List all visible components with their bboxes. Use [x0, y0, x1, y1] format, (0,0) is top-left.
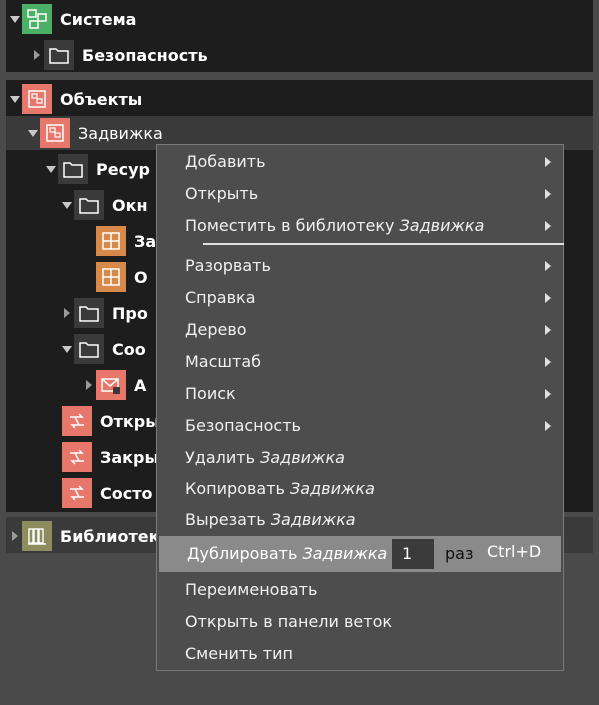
collapsed-arrow-icon[interactable] [82, 380, 96, 390]
tree-item-label: Про [112, 303, 148, 323]
collapsed-arrow-icon[interactable] [30, 50, 44, 60]
menu-item-change-type[interactable]: Сменить тип [157, 638, 563, 668]
tree-item-label: Состо [100, 483, 153, 503]
valve-object-icon [40, 118, 70, 148]
menu-item-add[interactable]: Добавить [157, 146, 563, 176]
transition-icon [62, 442, 92, 472]
menu-separator [203, 243, 564, 245]
tree-item-label: Закры [100, 447, 159, 467]
menu-item-open-branch-panel[interactable]: Открыть в панели веток [157, 606, 563, 636]
submenu-arrow-icon [545, 325, 551, 335]
tree-item-messages[interactable]: Соо [60, 332, 146, 366]
tree-item-label: Ресур [96, 159, 150, 179]
window-icon [96, 262, 126, 292]
duplicate-unit-label: раз [445, 544, 474, 563]
window-icon [96, 226, 126, 256]
transition-icon [62, 478, 92, 508]
menu-item-help[interactable]: Справка [157, 282, 563, 312]
folder-icon [74, 334, 104, 364]
menu-item-put-to-library[interactable]: Поместить в библиотеку Задвижка [157, 210, 563, 240]
tree-item-label: Откры [100, 411, 160, 431]
menu-item-delete[interactable]: Удалить Задвижка [157, 442, 563, 472]
menu-item-scale[interactable]: Масштаб [157, 346, 563, 376]
tree-item-label: Задвижка [78, 123, 163, 143]
tree-item-close[interactable]: Закры [62, 440, 159, 474]
menu-item-copy[interactable]: Копировать Задвижка [157, 473, 563, 503]
folder-icon [44, 40, 74, 70]
submenu-arrow-icon [545, 421, 551, 431]
submenu-arrow-icon [545, 157, 551, 167]
menu-item-search[interactable]: Поиск [157, 378, 563, 408]
tree-item-label: О [134, 267, 148, 287]
system-panel: Система Безопасность [6, 0, 593, 72]
menu-item-rename[interactable]: Переименовать [157, 574, 563, 604]
tree-item-label: Объекты [60, 89, 143, 109]
menu-item-label: Удалить Задвижка [185, 447, 345, 467]
menu-item-open[interactable]: Открыть [157, 178, 563, 208]
menu-item-duplicate[interactable]: Дублировать Задвижка 1 раз Ctrl+D [159, 536, 561, 572]
folder-icon [58, 154, 88, 184]
tree-item-label: Соо [112, 339, 146, 359]
duplicate-count-input[interactable]: 1 [392, 539, 434, 569]
tree-item-label: Безопасность [82, 45, 208, 65]
tree-item-label: Библиотек [60, 526, 160, 546]
collapsed-arrow-icon[interactable] [8, 531, 22, 541]
tree-item-window-za[interactable]: За [96, 224, 156, 258]
submenu-arrow-icon [545, 389, 551, 399]
menu-item-break[interactable]: Разорвать [157, 250, 563, 280]
tree-item-library[interactable]: Библиотек [8, 519, 159, 553]
shortcut-label: Ctrl+D [487, 542, 542, 561]
submenu-arrow-icon [545, 221, 551, 231]
library-icon [22, 521, 52, 551]
menu-item-tree[interactable]: Дерево [157, 314, 563, 344]
menu-item-label: Поместить в библиотеку Задвижка [185, 215, 485, 235]
folder-icon [74, 190, 104, 220]
transition-icon [62, 406, 92, 436]
message-icon [96, 370, 126, 400]
collapsed-arrow-icon[interactable] [60, 308, 74, 318]
tree-item-prop[interactable]: Про [60, 296, 148, 330]
menu-item-cut[interactable]: Вырезать Задвижка [157, 504, 563, 534]
expand-arrow-icon[interactable] [44, 165, 58, 173]
folder-icon [74, 298, 104, 328]
tree-item-label: Система [60, 9, 137, 29]
tree-item-system[interactable]: Система [8, 2, 136, 36]
menu-item-label: Копировать Задвижка [185, 478, 375, 498]
expand-arrow-icon[interactable] [8, 95, 22, 103]
tree-item-window-o[interactable]: О [96, 260, 148, 294]
context-menu: Добавить Открыть Поместить в библиотеку … [156, 144, 564, 671]
expand-arrow-icon[interactable] [60, 345, 74, 353]
tree-item-windows[interactable]: Окн [60, 188, 148, 222]
tree-item-resources[interactable]: Ресур [44, 152, 150, 186]
submenu-arrow-icon [545, 293, 551, 303]
system-icon [22, 4, 52, 34]
expand-arrow-icon[interactable] [60, 201, 74, 209]
tree-item-state[interactable]: Состо [62, 476, 152, 510]
tree-item-label: За [134, 231, 157, 251]
objects-icon [22, 84, 52, 114]
expand-arrow-icon[interactable] [26, 129, 40, 137]
tree-item-label: Окн [112, 195, 148, 215]
menu-item-security[interactable]: Безопасность [157, 410, 563, 440]
menu-item-label: Вырезать Задвижка [185, 509, 356, 529]
submenu-arrow-icon [545, 357, 551, 367]
expand-arrow-icon[interactable] [8, 15, 22, 23]
submenu-arrow-icon [545, 189, 551, 199]
submenu-arrow-icon [545, 261, 551, 271]
tree-item-open[interactable]: Откры [62, 404, 160, 438]
menu-item-label: Дублировать Задвижка [187, 544, 388, 563]
tree-item-message-a[interactable]: А [82, 368, 146, 402]
tree-item-objects[interactable]: Объекты [8, 82, 142, 116]
tree-item-security[interactable]: Безопасность [30, 38, 208, 72]
tree-item-label: А [134, 375, 147, 395]
